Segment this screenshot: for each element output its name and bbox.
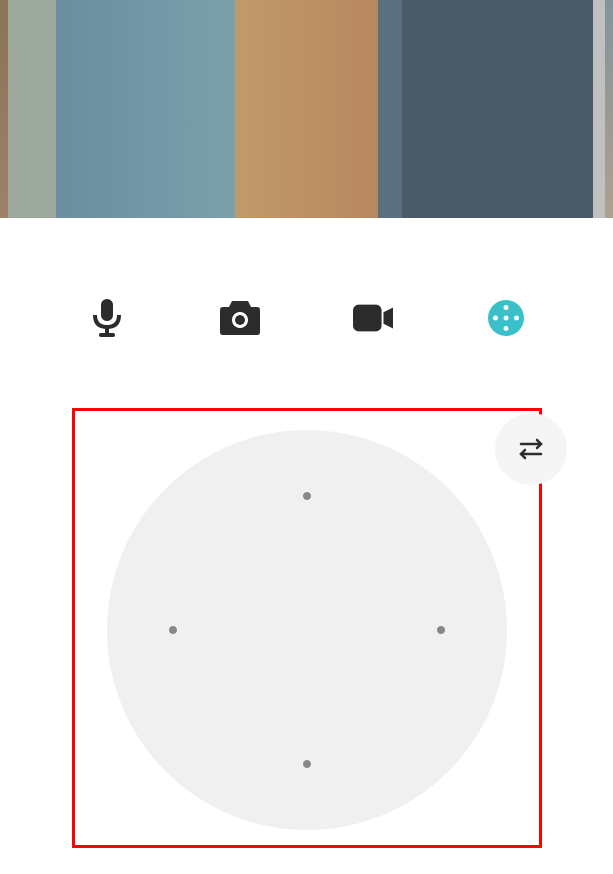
ptz-down-indicator[interactable] <box>303 760 311 768</box>
ptz-left-indicator[interactable] <box>169 626 177 634</box>
camera-icon <box>220 301 260 335</box>
ptz-control-panel <box>72 408 542 848</box>
controls-toolbar <box>0 218 613 378</box>
ptz-up-indicator[interactable] <box>303 492 311 500</box>
ptz-active-icon <box>488 300 524 336</box>
record-button[interactable] <box>353 298 393 338</box>
camera-feed <box>8 0 605 218</box>
ptz-right-indicator[interactable] <box>437 626 445 634</box>
mic-icon <box>90 299 124 337</box>
ptz-mode-button[interactable] <box>486 298 526 338</box>
snapshot-button[interactable] <box>220 298 260 338</box>
swap-icon <box>517 437 545 461</box>
video-icon <box>353 304 393 332</box>
mic-button[interactable] <box>87 298 127 338</box>
camera-live-view[interactable] <box>0 0 613 218</box>
ptz-joystick[interactable] <box>107 430 507 830</box>
ptz-toggle-button[interactable] <box>495 413 567 485</box>
